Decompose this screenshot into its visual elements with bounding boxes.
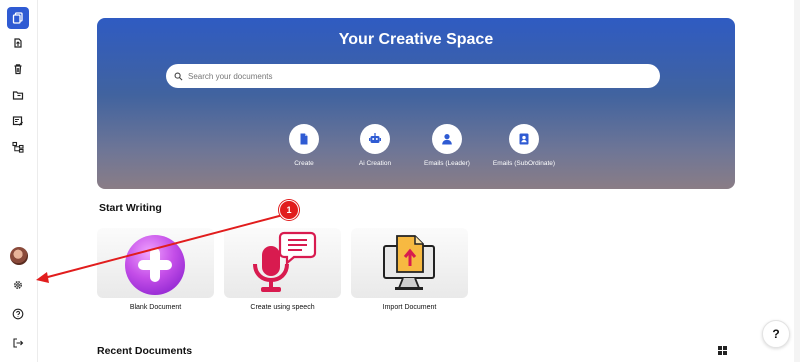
trash-icon xyxy=(14,64,22,75)
emails-subordinate-button[interactable] xyxy=(509,124,539,154)
sidebar-folder-button[interactable] xyxy=(7,84,29,106)
scrollbar[interactable] xyxy=(794,0,800,362)
import-document-tile[interactable] xyxy=(351,228,468,298)
card-label: Blank Document xyxy=(129,304,182,311)
search-input[interactable] xyxy=(188,71,628,81)
create-button[interactable] xyxy=(289,124,319,154)
help-button[interactable]: ? xyxy=(762,320,790,348)
recent-documents-title: Recent Documents xyxy=(97,345,193,357)
folder-icon xyxy=(12,91,24,100)
sidebar-sitemap-button[interactable] xyxy=(7,136,29,158)
robot-icon xyxy=(369,133,381,143)
avatar[interactable] xyxy=(10,247,28,265)
edit-document-icon xyxy=(12,116,23,126)
search-icon xyxy=(174,72,183,80)
gear-icon xyxy=(14,281,22,289)
create-using-speech-tile[interactable] xyxy=(224,228,341,298)
hero-banner: Your Creative Space Create Ai Creation E… xyxy=(97,18,735,207)
search-bar[interactable] xyxy=(166,64,660,88)
emails-leader-button[interactable] xyxy=(432,124,462,154)
sidebar-trash-button[interactable] xyxy=(7,58,29,80)
sidebar-settings-button[interactable] xyxy=(7,274,29,296)
microphone-speech-icon xyxy=(253,231,317,292)
documents-icon xyxy=(12,12,23,24)
contact-card-icon xyxy=(519,133,529,145)
sidebar-help-button[interactable] xyxy=(7,303,29,325)
create-using-speech-card[interactable]: Create using speech xyxy=(224,228,341,311)
step-badge: 1 xyxy=(279,200,299,220)
logout-icon xyxy=(13,338,24,348)
sitemap-icon xyxy=(12,141,24,153)
blank-document-tile[interactable] xyxy=(97,228,214,298)
sidebar-edit-button[interactable] xyxy=(7,110,29,132)
hero-action-label: Emails (SubOrdinate) xyxy=(492,160,556,167)
blank-document-card[interactable]: Blank Document xyxy=(97,228,214,311)
hero-action-emails-subordinate[interactable]: Emails (SubOrdinate) xyxy=(474,124,574,167)
document-icon xyxy=(300,133,308,145)
grid-view-icon[interactable] xyxy=(718,346,727,355)
user-icon xyxy=(442,134,452,145)
ai-creation-button[interactable] xyxy=(360,124,390,154)
question-circle-icon xyxy=(12,308,24,320)
sidebar-share-button[interactable] xyxy=(7,32,29,54)
card-label: Create using speech xyxy=(250,304,315,311)
sidebar-logout-button[interactable] xyxy=(7,332,29,354)
sidebar xyxy=(0,0,38,362)
plus-circle-icon xyxy=(125,235,185,295)
start-writing-title: Start Writing xyxy=(99,202,162,214)
sidebar-documents-button[interactable] xyxy=(7,7,29,29)
share-doc-icon xyxy=(14,38,22,48)
card-label: Import Document xyxy=(382,304,437,311)
hero-title: Your Creative Space xyxy=(338,31,494,48)
import-document-card[interactable]: Import Document xyxy=(351,228,468,311)
import-monitor-icon xyxy=(383,235,435,290)
